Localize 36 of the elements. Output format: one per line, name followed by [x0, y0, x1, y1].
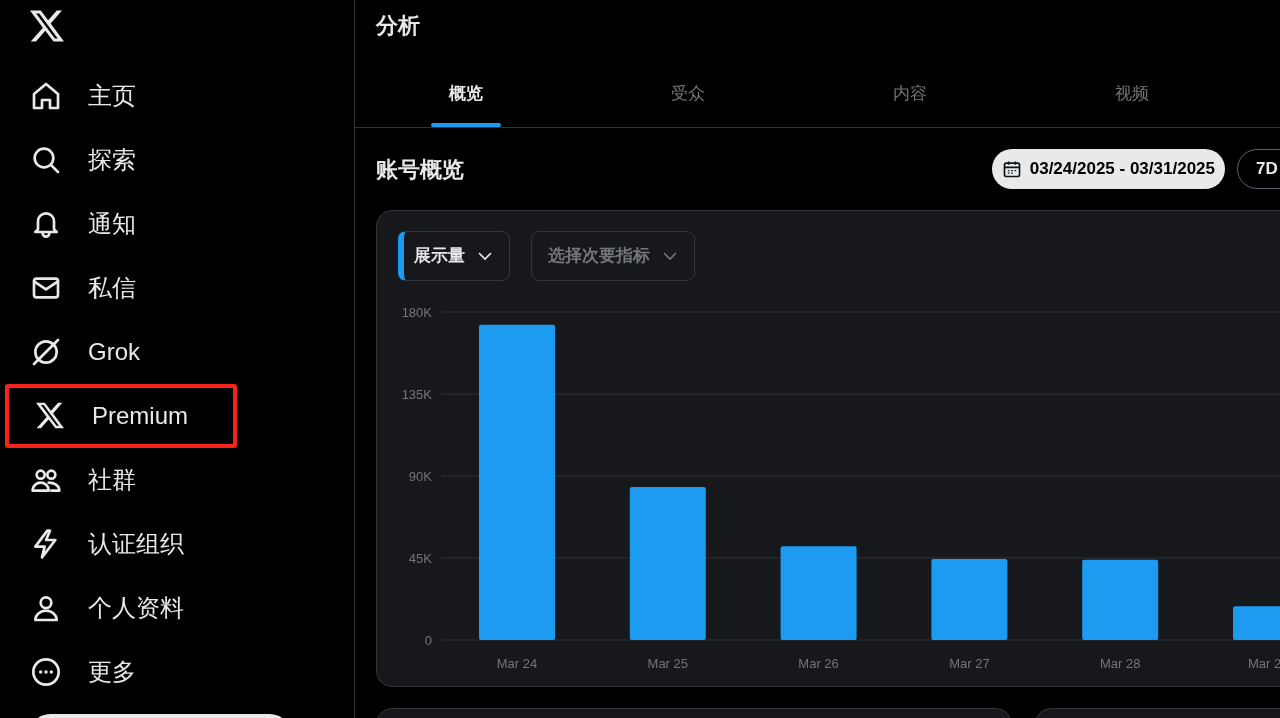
nav-item[interactable]: Premium [5, 384, 237, 448]
nav-item[interactable]: 个人资料 [5, 576, 237, 640]
more-icon [30, 656, 62, 688]
axis-tick-label: Mar 27 [949, 656, 990, 671]
search-icon [30, 144, 62, 176]
metric-dropdown[interactable]: 选择次要指标 [531, 231, 695, 281]
axis-tick-label: 45K [408, 551, 432, 566]
axis-tick-label: 90K [408, 469, 432, 484]
tab[interactable]: 内容 [799, 60, 1021, 127]
axis-tick-label: 180K [401, 305, 432, 320]
page-title: 分析 [376, 12, 421, 40]
metric-dropdown[interactable]: 展示量 [398, 231, 510, 281]
nav-item[interactable]: 探索 [5, 128, 237, 192]
slashed-circle-icon [30, 336, 62, 368]
nav-item[interactable]: 更多 [5, 640, 237, 704]
axis-tick-label: 135K [401, 387, 432, 402]
tab[interactable]: 视频 [1021, 60, 1243, 127]
nav-item[interactable]: 私信 [5, 256, 237, 320]
tab[interactable]: 概览 [355, 60, 577, 127]
nav-item[interactable]: 通知 [5, 192, 237, 256]
axis-tick-label: Mar 2 [1248, 656, 1280, 671]
axis-tick-label: Mar 25 [647, 656, 689, 671]
calendar-icon [1001, 159, 1022, 179]
axis-tick-label: Mar 28 [1099, 656, 1141, 671]
axis-tick-label: Mar 26 [798, 656, 839, 671]
home-icon [30, 80, 62, 112]
axis-tick-label: 0 [424, 633, 432, 648]
date-range-button[interactable]: 03/24/2025 - 03/31/2025 [991, 149, 1225, 189]
tab[interactable]: 受众 [577, 60, 799, 127]
nav-item[interactable]: Grok [5, 320, 237, 384]
x-logo-icon[interactable] [30, 10, 64, 42]
nav-item[interactable]: 主页 [5, 64, 237, 128]
nav-item[interactable]: 社群 [5, 448, 237, 512]
axis-tick-label: Mar 24 [496, 656, 538, 671]
section-title: 账号概览 [376, 155, 464, 184]
nav-item[interactable]: 认证组织 [5, 512, 237, 576]
